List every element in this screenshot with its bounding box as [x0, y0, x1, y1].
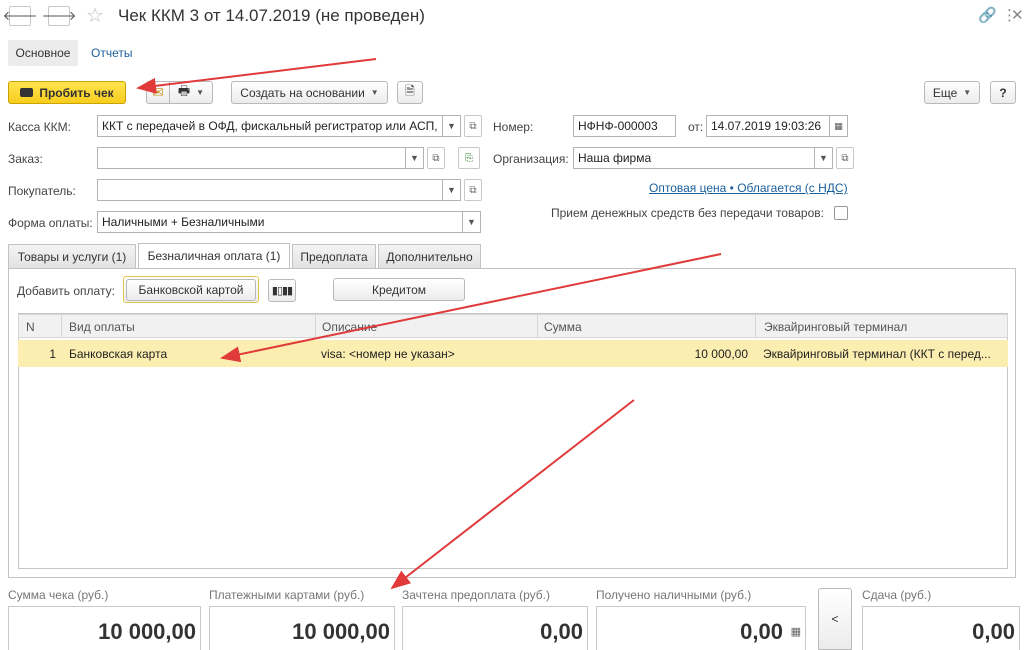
print-icon: 🖶 [177, 82, 191, 98]
prepaid-label: Зачтена предоплата (руб.) [402, 588, 550, 602]
calculator-icon[interactable]: ▦ [791, 625, 801, 638]
org-label: Организация: [493, 152, 569, 166]
print-check-button[interactable]: Пробить чек [8, 81, 126, 104]
print-menu-button[interactable]: 🖶 ▼ [169, 81, 213, 104]
order-field[interactable] [97, 147, 406, 169]
row-type: Банковская карта [69, 347, 168, 361]
date-label: от: [688, 120, 704, 134]
buyer-field[interactable] [97, 179, 443, 201]
header-n[interactable]: N [26, 320, 35, 334]
page-title: Чек ККМ 3 от 14.07.2019 (не проведен) [118, 6, 425, 25]
fill-from-order-icon[interactable]: ⎘ [458, 147, 480, 169]
row-terminal: Эквайринговый терминал (ККТ с перед... [763, 347, 991, 361]
header-type[interactable]: Вид оплаты [69, 320, 135, 334]
prepaid-value: 0,00 [540, 619, 583, 644]
payment-form-dropdown-icon[interactable]: ▼ [463, 211, 481, 233]
order-dropdown-icon[interactable]: ▼ [406, 147, 424, 169]
bank-card-label: Банковской картой [125, 278, 257, 301]
bank-card-button[interactable]: Банковской картой [123, 276, 259, 303]
prepaid-box: 0,00 [402, 606, 588, 650]
kkm-field[interactable]: ККТ с передачей в ОФД, фискальный регист… [97, 115, 443, 137]
table-header: N Вид оплаты Описание Сумма Эквайринговы… [18, 314, 1008, 338]
chevron-down-icon: ▼ [963, 88, 972, 97]
check-sum-value: 10 000,00 [98, 619, 196, 644]
price-type-link[interactable]: Оптовая цена • Облагается (с НДС) [649, 181, 848, 195]
buyer-open-icon[interactable]: ⧉ [464, 179, 482, 201]
header-sum[interactable]: Сумма [544, 320, 582, 334]
document-button[interactable]: 🗎 [397, 81, 423, 104]
add-payment-label: Добавить оплату: [17, 284, 115, 298]
tab-goods[interactable]: Товары и услуги (1) [8, 244, 136, 268]
row-n: 1 [49, 347, 56, 361]
printer-icon [20, 88, 34, 97]
more-button[interactable]: Еще ▼ [924, 81, 980, 104]
tab-prepayment[interactable]: Предоплата [292, 244, 376, 268]
credit-button[interactable]: Кредитом [333, 278, 465, 301]
cash-field[interactable]: 0,00 ▦ [596, 606, 806, 650]
chevron-down-icon: ▼ [370, 88, 379, 97]
payment-form-field[interactable]: Наличными + Безналичными [97, 211, 463, 233]
back-button[interactable]: 🡐 [3, 6, 37, 26]
section-main[interactable]: Основное [8, 40, 78, 66]
header-desc[interactable]: Описание [322, 320, 377, 334]
date-field[interactable]: 14.07.2019 19:03:26 [706, 115, 830, 137]
arrow-left-icon: 🡐 [2, 8, 38, 23]
tab-additional[interactable]: Дополнительно [378, 244, 481, 268]
kkm-label: Касса ККМ: [8, 120, 71, 134]
order-label: Заказ: [8, 152, 43, 166]
row-desc: visa: <номер не указан> [321, 347, 455, 361]
header-terminal[interactable]: Эквайринговый терминал [764, 320, 907, 334]
link-icon[interactable]: 🔗 [978, 6, 997, 24]
number-field[interactable]: НФНФ-000003 [573, 115, 676, 137]
change-box: 0,00 [862, 606, 1020, 650]
no-goods-checkbox[interactable] [834, 206, 848, 220]
print-check-label: Пробить чек [39, 85, 114, 100]
close-icon[interactable]: ✕ [1011, 6, 1024, 24]
barcode-button[interactable]: ▮▯▮▮ [268, 279, 296, 302]
more-label: Еще [932, 85, 958, 100]
row-sum: 10 000,00 [694, 347, 748, 361]
buyer-label: Покупатель: [8, 184, 76, 198]
number-label: Номер: [493, 120, 534, 134]
envelope-icon: ✉ [152, 84, 164, 100]
tab-cashless[interactable]: Безналичная оплата (1) [138, 243, 290, 268]
change-value: 0,00 [972, 619, 1015, 644]
favorite-star-icon[interactable]: ☆ [86, 3, 104, 28]
document-icon: 🗎 [405, 84, 415, 98]
org-dropdown-icon[interactable]: ▼ [815, 147, 833, 169]
barcode-icon: ▮▯▮▮ [271, 285, 293, 297]
cards-box: 10 000,00 [209, 606, 395, 650]
forward-button[interactable]: 🡒 [42, 6, 76, 26]
create-based-button[interactable]: Создать на основании ▼ [231, 81, 388, 104]
no-goods-label: Прием денежных средств без передачи това… [551, 206, 824, 220]
chevron-down-icon: ▼ [196, 88, 205, 97]
org-field[interactable]: Наша фирма [573, 147, 815, 169]
kkm-dropdown-icon[interactable]: ▼ [443, 115, 461, 137]
section-reports[interactable]: Отчеты [91, 46, 132, 60]
create-based-label: Создать на основании [240, 85, 365, 100]
order-open-icon[interactable]: ⧉ [427, 147, 445, 169]
cash-label: Получено наличными (руб.) [596, 588, 752, 602]
arrow-right-icon: 🡒 [41, 8, 77, 23]
calendar-icon[interactable]: ▦ [830, 115, 848, 137]
help-button[interactable]: ? [990, 81, 1016, 104]
cash-value: 0,00 [740, 619, 783, 644]
kkm-open-icon[interactable]: ⧉ [464, 115, 482, 137]
cards-value: 10 000,00 [292, 619, 390, 644]
cards-label: Платежными картами (руб.) [209, 588, 365, 602]
check-sum-label: Сумма чека (руб.) [8, 588, 109, 602]
toggle-button[interactable]: < [818, 588, 852, 650]
check-sum-box: 10 000,00 [8, 606, 201, 650]
change-label: Сдача (руб.) [862, 588, 932, 602]
org-open-icon[interactable]: ⧉ [836, 147, 854, 169]
buyer-dropdown-icon[interactable]: ▼ [443, 179, 461, 201]
payment-form-label: Форма оплаты: [8, 216, 93, 230]
table-row[interactable]: 1 Банковская карта visa: <номер не указа… [18, 340, 1008, 367]
email-button[interactable]: ✉ [146, 81, 170, 104]
